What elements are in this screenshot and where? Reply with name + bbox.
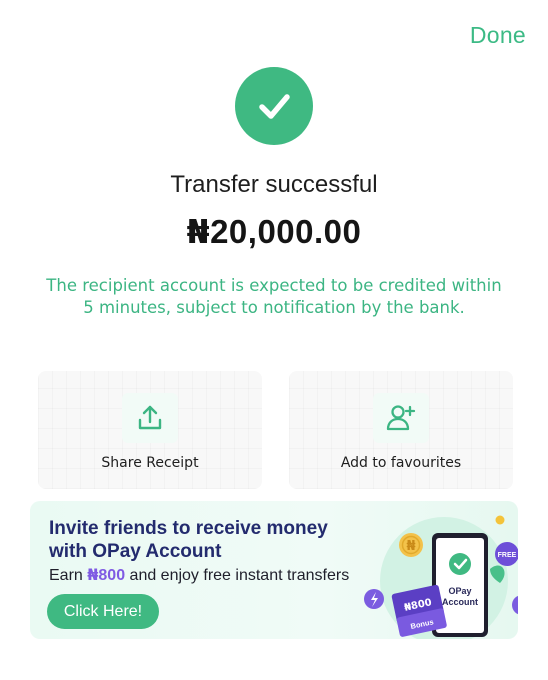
success-check-circle xyxy=(235,67,313,145)
credit-notice: The recipient account is expected to be … xyxy=(46,276,502,317)
share-receipt-button[interactable]: Share Receipt xyxy=(38,371,262,489)
art-coin-symbol: ₦ xyxy=(406,539,415,554)
check-icon xyxy=(259,94,290,119)
banner-sub-prefix: Earn xyxy=(49,567,88,584)
currency-symbol: ₦ xyxy=(186,212,211,251)
amount-value: 20,000.00 xyxy=(210,213,362,250)
share-receipt-label: Share Receipt xyxy=(101,455,199,471)
banner-reward-symbol: ₦ xyxy=(87,565,99,584)
art-dot xyxy=(495,515,505,525)
banner-reward-amount: ₦800 xyxy=(87,565,126,584)
favourites-icon-container xyxy=(373,393,429,443)
share-icon-container xyxy=(122,393,178,443)
banner-sub-suffix: and enjoy free instant transfers xyxy=(125,567,350,584)
banner-reward-value: 800 xyxy=(98,567,126,584)
share-upload-icon xyxy=(138,405,162,430)
art-shield-badge xyxy=(512,595,518,615)
banner-illustration: OPay Account ₦ FREE ₦800 Bonus xyxy=(364,515,518,639)
art-phone-text-2: Account xyxy=(442,597,478,607)
banner-subtitle: Earn ₦800 and enjoy free instant transfe… xyxy=(49,565,359,585)
invite-banner[interactable]: Invite friends to receive money with OPa… xyxy=(30,501,518,639)
add-to-favourites-label: Add to favourites xyxy=(340,455,462,471)
add-to-favourites-button[interactable]: Add to favourites xyxy=(289,371,513,489)
banner-title: Invite friends to receive money with OPa… xyxy=(49,518,328,562)
art-free-text: FREE xyxy=(498,552,517,559)
click-here-button[interactable]: Click Here! xyxy=(47,594,159,629)
transfer-status-title: Transfer successful xyxy=(170,171,378,198)
add-user-icon xyxy=(386,405,416,431)
transfer-amount: ₦20,000.00 xyxy=(0,212,548,251)
done-button[interactable]: Done xyxy=(470,22,526,49)
art-phone-text-1: OPay xyxy=(448,586,471,596)
art-phone-check xyxy=(449,553,471,575)
